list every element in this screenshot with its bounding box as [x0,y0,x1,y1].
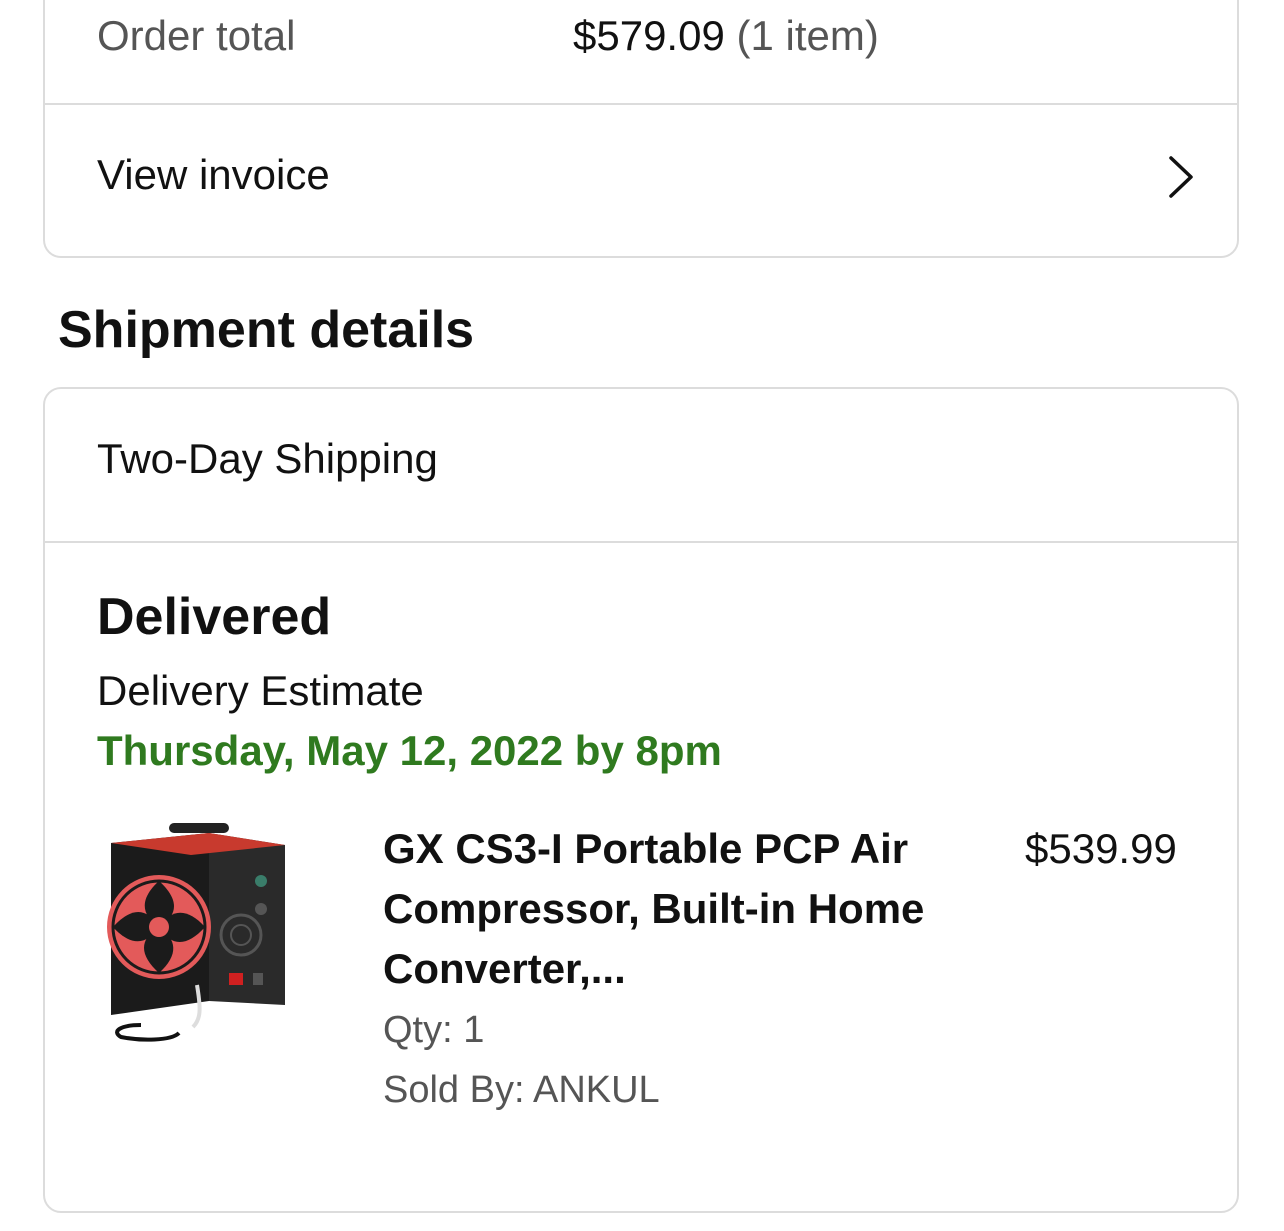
chevron-right-icon [1169,156,1193,198]
view-invoice-label: View invoice [97,151,330,198]
shipping-method: Two-Day Shipping [97,435,438,482]
section-title: Shipment details [58,301,475,359]
divider [45,541,1237,543]
shipment-card: Two-Day Shipping Delivered Delivery Esti… [43,387,1239,1213]
delivery-estimate-date: Thursday, May 12, 2022 by 8pm [97,727,722,774]
product-image[interactable] [101,819,311,1059]
delivery-status: Delivered [97,588,332,646]
product-price: $539.99 [1025,825,1177,872]
order-total-amount: $579.09 [573,12,725,59]
product-title[interactable]: GX CS3-I Portable PCP Air Compressor, Bu… [383,819,943,999]
product-sold-by: Sold By: ANKUL [383,1069,660,1111]
order-total-count: (1 item) [736,12,879,59]
delivery-estimate-label: Delivery Estimate [97,667,424,714]
view-invoice-row[interactable]: View invoice [45,105,1237,256]
order-total-value: $579.09 (1 item) [573,12,879,60]
order-total-label: Order total [97,12,296,59]
product-qty: Qty: 1 [383,1009,485,1051]
order-summary-card: Order total $579.09 (1 item) View invoic… [43,0,1239,258]
